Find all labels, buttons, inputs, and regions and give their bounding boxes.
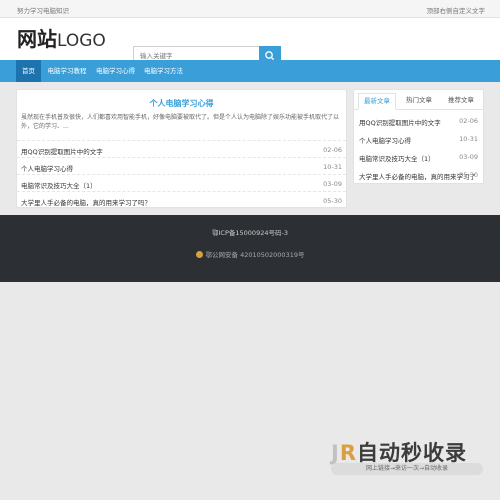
list-item-date: 10-31 bbox=[459, 135, 478, 143]
list-item[interactable]: 大学里人手必备的电脑，真的用来学习了 05-30 bbox=[354, 166, 483, 184]
list-item-title[interactable]: 个人电脑学习心得 bbox=[359, 135, 411, 145]
sidebar-tabs: 最新文章 热门文章 推荐文章 bbox=[354, 90, 483, 110]
nav-item-experience[interactable]: 电脑学习心得 bbox=[93, 60, 138, 82]
logo-light: LOGO bbox=[57, 31, 106, 51]
list-item-date: 02-06 bbox=[459, 117, 478, 125]
main-nav: 首页 电脑学习教程 电脑学习心得 电脑学习方法 bbox=[0, 60, 500, 82]
article-title[interactable]: 个人电脑学习心得 bbox=[17, 98, 346, 109]
list-item-date: 05-30 bbox=[323, 197, 342, 205]
list-item[interactable]: 用QQ识别提取图片中的文字 02-06 bbox=[354, 112, 483, 130]
sidebar-list: 用QQ识别提取图片中的文字 02-06 个人电脑学习心得 10-31 电脑常识及技巧… bbox=[354, 112, 483, 184]
icp-record-link[interactable]: 鄂ICP备15000924号码-3 bbox=[0, 227, 500, 237]
watermark-subtitle: 网上链接→来访一次→自动收录 bbox=[331, 463, 483, 475]
list-item-title[interactable]: 大学里人手必备的电脑，真的用来学习了吗？ bbox=[21, 197, 151, 207]
list-item-date: 03-09 bbox=[323, 180, 342, 188]
list-item-title[interactable]: 个人电脑学习心得 bbox=[21, 163, 73, 173]
list-item-title[interactable]: 电脑常识及技巧大全（1） bbox=[21, 180, 97, 190]
list-item[interactable]: 大学里人手必备的电脑，真的用来学习了吗？ 05-30 bbox=[17, 191, 346, 208]
police-badge-icon bbox=[195, 251, 203, 258]
article-summary: 虽然现在手机普及很快，人们都喜欢用智能手机，好像电脑要被取代了。但是个人认为电脑… bbox=[21, 114, 340, 130]
topbar-custom-text[interactable]: 顶部右侧自定义文字 bbox=[427, 5, 486, 15]
list-item-title[interactable]: 用QQ识别提取图片中的文字 bbox=[21, 146, 103, 156]
site-logo[interactable]: 网站LOGO bbox=[17, 27, 106, 53]
nav-item-methods[interactable]: 电脑学习方法 bbox=[141, 60, 186, 82]
sidebar-panel: 最新文章 热门文章 推荐文章 用QQ识别提取图片中的文字 02-06 个人电脑学习… bbox=[353, 89, 484, 184]
nav-item-home[interactable]: 首页 bbox=[16, 60, 41, 82]
article-list: 用QQ识别提取图片中的文字 02-06 个人电脑学习心得 10-31 电脑常识及技巧… bbox=[17, 140, 346, 208]
footer: 鄂ICP备15000924号码-3 鄂公网安备 42010502000319号 bbox=[0, 215, 500, 282]
list-item-date: 03-09 bbox=[459, 153, 478, 161]
list-item-title[interactable]: 电脑常识及技巧大全（1） bbox=[359, 153, 435, 163]
police-record[interactable]: 鄂公网安备 42010502000319号 bbox=[0, 249, 500, 259]
list-item-date: 10-31 bbox=[323, 163, 342, 171]
list-item-date: 02-06 bbox=[323, 146, 342, 154]
topbar: 努力学习电脑知识 顶部右侧自定义文字 bbox=[0, 0, 500, 18]
header: 网站LOGO bbox=[0, 18, 500, 66]
list-item[interactable]: 电脑常识及技巧大全（1） 03-09 bbox=[17, 174, 346, 191]
tab-popular[interactable]: 热门文章 bbox=[400, 93, 438, 110]
watermark-logo-text: 自动秒收录 bbox=[357, 441, 467, 465]
list-item[interactable]: 电脑常识及技巧大全（1） 03-09 bbox=[354, 148, 483, 166]
logo-bold: 网站 bbox=[17, 27, 57, 51]
watermark-logo-j: J bbox=[331, 441, 340, 465]
nav-item-tutorials[interactable]: 电脑学习教程 bbox=[43, 60, 91, 82]
watermark: JR自动秒收录 网上链接→来访一次→自动收录 bbox=[331, 433, 483, 481]
list-item[interactable]: 用QQ识别提取图片中的文字 02-06 bbox=[17, 140, 346, 157]
tab-latest[interactable]: 最新文章 bbox=[358, 93, 396, 110]
list-item[interactable]: 个人电脑学习心得 10-31 bbox=[17, 157, 346, 174]
topbar-slogan: 努力学习电脑知识 bbox=[17, 7, 69, 15]
list-item[interactable]: 个人电脑学习心得 10-31 bbox=[354, 130, 483, 148]
police-record-text: 鄂公网安备 42010502000319号 bbox=[205, 251, 305, 259]
list-item-date: 05-30 bbox=[459, 171, 478, 179]
watermark-logo-r: R bbox=[339, 441, 357, 465]
main-article-panel: 个人电脑学习心得 虽然现在手机普及很快，人们都喜欢用智能手机，好像电脑要被取代了… bbox=[16, 89, 347, 208]
tab-recommended[interactable]: 推荐文章 bbox=[442, 93, 480, 110]
list-item-title[interactable]: 用QQ识别提取图片中的文字 bbox=[359, 117, 441, 127]
